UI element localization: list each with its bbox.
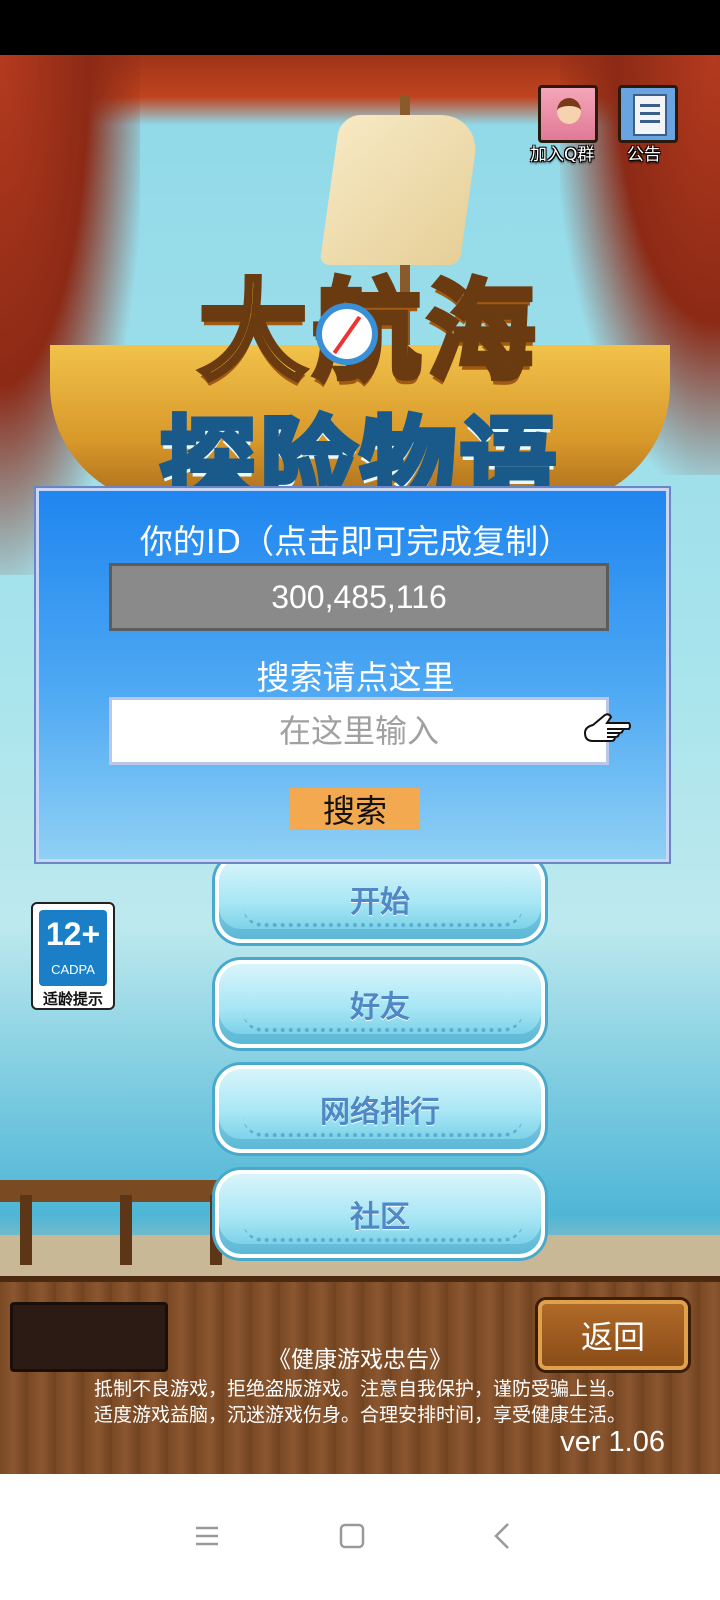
join-qq-group-button[interactable] [538, 85, 598, 143]
pointing-hand-icon [583, 713, 631, 742]
search-input[interactable] [109, 697, 609, 765]
join-qq-group-label: 加入Q群 [530, 145, 595, 165]
wave-decoration [243, 1222, 523, 1242]
online-ranking-button[interactable]: 网络排行 [215, 1065, 545, 1153]
wave-decoration [243, 1117, 523, 1137]
compass-icon [316, 303, 378, 365]
menu-icon [196, 1526, 218, 1546]
search-hint-label: 搜索请点这里 [256, 658, 455, 697]
health-advice-line: 抵制不良游戏，拒绝盗版游戏。注意自我保护，谨防受骗上当。 [93, 1378, 626, 1400]
notice-label: 公告 [627, 145, 661, 165]
health-advice-title: 《健康游戏忠告》 [268, 1347, 452, 1373]
community-button[interactable]: 社区 [215, 1170, 545, 1258]
age-rating-org: CADPA [51, 962, 95, 977]
search-button[interactable]: 搜索 [290, 788, 420, 830]
age-rating-badge[interactable]: 12+ CADPA 适龄提示 [31, 902, 115, 1010]
wave-decoration [243, 1012, 523, 1032]
id-search-panel: 你的ID（点击即可完成复制） 300,485,116 搜索请点这里 搜索 [34, 486, 671, 864]
age-rating-number: 12+ [45, 916, 101, 952]
player-id-field[interactable]: 300,485,116 [109, 563, 609, 631]
square-icon [339, 1523, 365, 1549]
game-logo: 大航海 探险物语 [90, 225, 630, 525]
system-navigation-bar [0, 1474, 720, 1600]
wave-decoration [243, 907, 523, 927]
friends-button[interactable]: 好友 [215, 960, 545, 1048]
your-id-title: 你的ID（点击即可完成复制） [139, 522, 572, 561]
start-button[interactable]: 开始 [215, 855, 545, 943]
pier-post [120, 1195, 132, 1265]
home-button[interactable] [322, 1506, 382, 1566]
chevron-left-icon [494, 1523, 509, 1549]
footer-bar: 返回 《健康游戏忠告》 抵制不良游戏，拒绝盗版游戏。注意自我保护，谨防受骗上当。… [0, 1276, 720, 1474]
version-label: ver 1.06 [560, 1426, 665, 1458]
back-nav-button[interactable] [472, 1506, 532, 1566]
health-advice-line: 适度游戏益脑，沉迷游戏伤身。合理安排时间，享受健康生活。 [93, 1404, 626, 1426]
recent-apps-button[interactable] [177, 1506, 237, 1566]
girl-avatar-icon [557, 98, 581, 124]
age-rating-tip: 适龄提示 [42, 990, 103, 1008]
status-bar [0, 0, 720, 55]
pier-post [20, 1195, 32, 1265]
document-icon [633, 94, 667, 136]
notice-button[interactable] [618, 85, 678, 143]
